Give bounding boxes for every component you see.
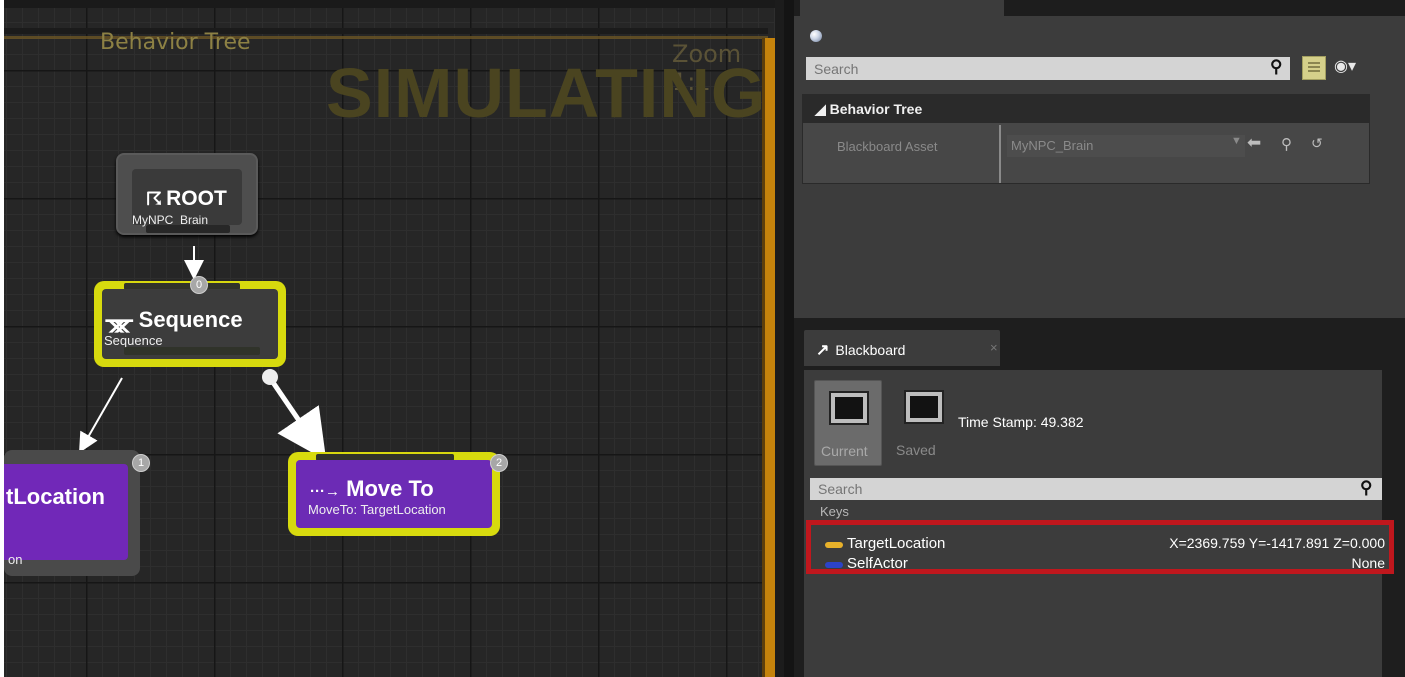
property-column-divider[interactable] [999, 125, 1001, 183]
reset-icon[interactable]: ↺ [1311, 135, 1323, 152]
sequence-output-pin[interactable] [124, 347, 260, 355]
move-to-node-title: ···→ Move To [310, 476, 434, 502]
blackboard-search-input[interactable] [810, 478, 1382, 500]
move-to-icon: ···→ [310, 483, 340, 500]
search-icon[interactable]: ⚲ [1270, 57, 1282, 77]
target-location-node[interactable]: tLocation on [4, 450, 140, 576]
vector-key-icon [825, 542, 843, 548]
current-button[interactable]: Current [814, 380, 882, 466]
details-search-input[interactable] [806, 57, 1290, 80]
blackboard-tab-icon: ↗ [816, 342, 830, 359]
use-selected-arrow-icon[interactable]: ⬅ [1247, 133, 1261, 153]
key-name: TargetLocation [847, 535, 946, 552]
sequence-node-subtitle: Sequence [104, 333, 163, 348]
root-icon: ☈ [146, 189, 163, 209]
root-output-pin[interactable] [146, 225, 230, 233]
graph-frame-right-edge [775, 0, 784, 677]
active-wire-pin [262, 369, 278, 385]
tab-blackboard[interactable]: ↗ Blackboard × [804, 330, 1000, 366]
move-to-node-label: Move To [346, 476, 434, 501]
current-button-label: Current [821, 443, 868, 459]
root-node[interactable]: ☈ ROOT MyNPC_Brain [116, 153, 258, 235]
target-location-node-subtitle: on [8, 552, 23, 567]
monitor-icon [904, 390, 944, 424]
keys-label: Keys [820, 504, 849, 519]
blackboard-asset-value[interactable]: MyNPC_Brain [1007, 135, 1245, 157]
highlighted-keys-box: TargetLocation X=2369.759 Y=-1417.891 Z=… [806, 520, 1394, 574]
details-tab[interactable] [800, 0, 1004, 16]
category-title: Behavior Tree [829, 101, 923, 117]
category-header[interactable]: ◢ Behavior Tree [803, 95, 1369, 123]
saved-button-label: Saved [896, 442, 936, 458]
move-to-node[interactable]: ···→ Move To MoveTo: TargetLocation [288, 452, 500, 536]
key-row-target-location[interactable]: TargetLocation X=2369.759 Y=-1417.891 Z=… [825, 535, 1385, 555]
blackboard-panel: ↗ Blackboard × Current Saved Time Stamp: … [794, 318, 1405, 677]
blackboard-asset-label: Blackboard Asset [837, 139, 938, 154]
key-row-self-actor[interactable]: SelfActor None [825, 555, 1385, 572]
browse-search-icon[interactable]: ⚲ [1281, 135, 1292, 153]
move-to-node-subtitle: MoveTo: TargetLocation [308, 502, 446, 517]
monitor-icon [829, 391, 869, 425]
details-tab-strip [794, 0, 1405, 16]
behavior-tree-graph[interactable]: Behavior Tree Zoom 1:1 SIMULATING ☈ ROOT … [4, 0, 784, 677]
sequence-icon: ᚘ [106, 307, 133, 332]
search-icon[interactable]: ⚲ [1360, 478, 1372, 498]
saved-button[interactable]: Saved [890, 380, 950, 466]
details-panel: ⚲ ◉▾ ◢ Behavior Tree Blackboard Asset My… [794, 0, 1405, 318]
key-value: None [1351, 555, 1385, 571]
grid-icon [1308, 62, 1320, 74]
chevron-down-icon[interactable]: ▼ [1231, 135, 1242, 147]
target-location-node-body: tLocation on [4, 464, 128, 567]
sequence-node-title: ᚘ Sequence [106, 307, 243, 333]
move-to-index-badge: 2 [490, 454, 508, 472]
sequence-node-label: Sequence [138, 307, 243, 332]
close-icon[interactable]: × [990, 340, 998, 355]
sequence-node[interactable]: ᚘ Sequence Sequence [94, 281, 286, 367]
sequence-index-badge: 0 [190, 276, 208, 294]
view-options-eye-icon[interactable]: ◉▾ [1334, 56, 1356, 76]
key-name: SelfActor [847, 555, 908, 572]
root-node-label: ROOT [166, 187, 227, 210]
move-to-node-body: ···→ Move To MoveTo: TargetLocation [296, 460, 492, 528]
timestamp-label: Time Stamp: 49.382 [958, 414, 1084, 430]
root-node-title: ☈ ROOT [146, 187, 227, 211]
blackboard-tab-label: Blackboard [835, 342, 906, 358]
key-value: X=2369.759 Y=-1417.891 Z=0.000 [1169, 535, 1385, 551]
wire-sequence-target [79, 377, 123, 453]
property-matrix-button[interactable] [1302, 56, 1326, 80]
target-location-node-title: tLocation [6, 484, 105, 509]
blackboard-body: Current Saved Time Stamp: 49.382 ⚲ Keys … [804, 370, 1394, 677]
object-key-icon [825, 562, 843, 568]
target-location-index-badge: 1 [132, 454, 150, 472]
root-node-body: ☈ ROOT MyNPC_Brain [132, 169, 242, 227]
graph-frame-right-border [762, 38, 775, 677]
behavior-tree-category: ◢ Behavior Tree Blackboard Asset MyNPC_B… [802, 94, 1370, 184]
panel-splitter[interactable] [784, 0, 794, 677]
wire-sequence-move [267, 376, 327, 461]
object-orb-icon [810, 30, 822, 42]
